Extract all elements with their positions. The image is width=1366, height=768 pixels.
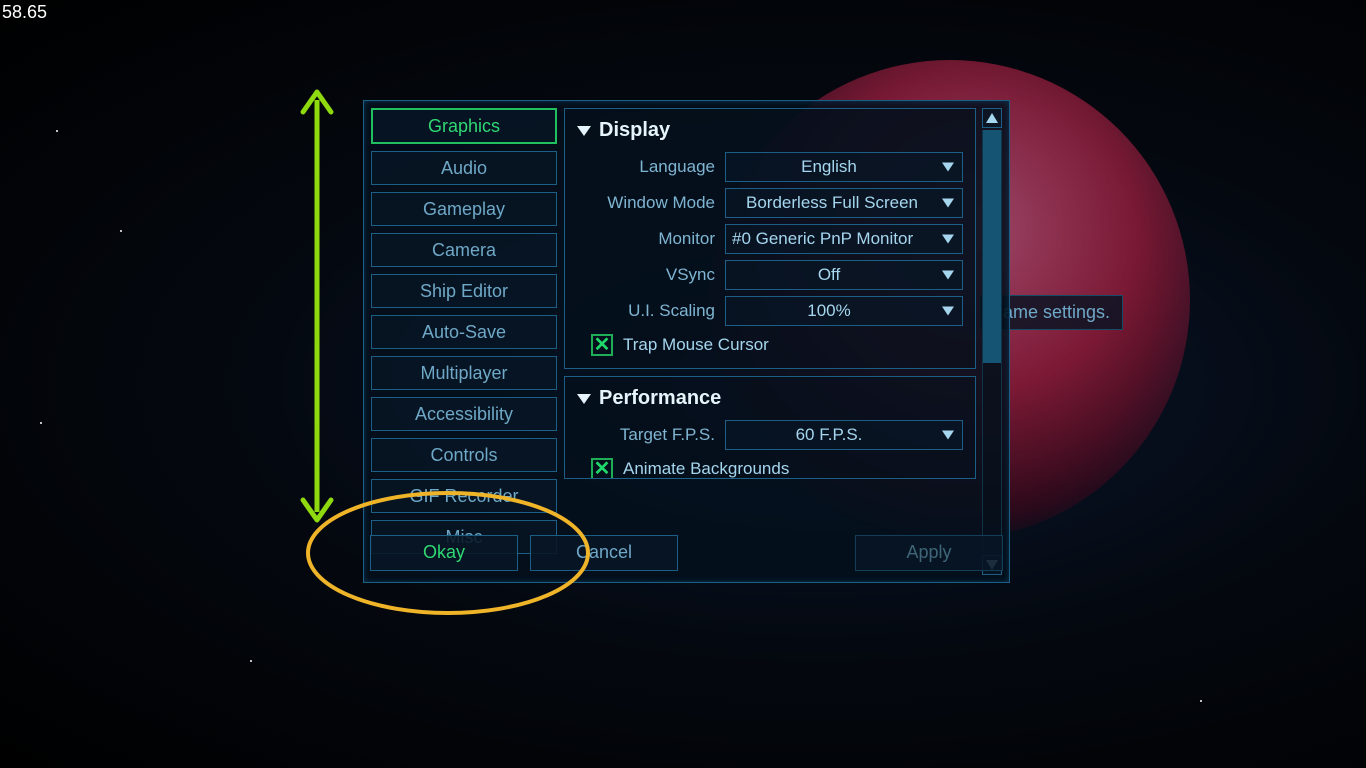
triangle-up-icon: [986, 113, 998, 123]
row-language: Language English: [577, 152, 963, 182]
tab-ship-editor[interactable]: Ship Editor: [371, 274, 557, 308]
label-vsync: VSync: [577, 265, 725, 285]
value-vsync: Off: [818, 265, 840, 285]
dialog-button-bar: Okay Cancel Apply: [370, 529, 1003, 576]
section-performance-header[interactable]: Performance: [577, 387, 963, 410]
section-display-title: Display: [599, 119, 670, 142]
label-monitor: Monitor: [577, 229, 725, 249]
tab-audio[interactable]: Audio: [371, 151, 557, 185]
checkbox-animate-bg[interactable]: ✕: [591, 458, 613, 479]
select-language[interactable]: English: [725, 152, 963, 182]
tab-gameplay[interactable]: Gameplay: [371, 192, 557, 226]
select-vsync[interactable]: Off: [725, 260, 963, 290]
select-window-mode[interactable]: Borderless Full Screen: [725, 188, 963, 218]
apply-button[interactable]: Apply: [855, 535, 1003, 571]
okay-button[interactable]: Okay: [370, 535, 518, 571]
scroll-up-button[interactable]: [982, 108, 1002, 128]
settings-content-wrap: Display Language English Window Mode Bor…: [564, 108, 1002, 575]
cancel-button[interactable]: Cancel: [530, 535, 678, 571]
label-window-mode: Window Mode: [577, 193, 725, 213]
section-performance: Performance Target F.P.S. 60 F.P.S. ✕ An…: [564, 376, 976, 479]
scroll-track[interactable]: [982, 130, 1002, 553]
triangle-down-icon: [942, 271, 954, 280]
tab-multiplayer[interactable]: Multiplayer: [371, 356, 557, 390]
tab-graphics[interactable]: Graphics: [371, 108, 557, 144]
star: [1200, 700, 1202, 702]
label-ui-scaling: U.I. Scaling: [577, 301, 725, 321]
row-window-mode: Window Mode Borderless Full Screen: [577, 188, 963, 218]
settings-sidebar: Graphics Audio Gameplay Camera Ship Edit…: [371, 108, 557, 575]
select-target-fps[interactable]: 60 F.P.S.: [725, 420, 963, 450]
row-monitor: Monitor #0 Generic PnP Monitor: [577, 224, 963, 254]
settings-panel: Graphics Audio Gameplay Camera Ship Edit…: [363, 100, 1010, 583]
value-target-fps: 60 F.P.S.: [796, 425, 863, 445]
tab-accessibility[interactable]: Accessibility: [371, 397, 557, 431]
triangle-down-icon: [942, 307, 954, 316]
row-animate-bg: ✕ Animate Backgrounds: [577, 458, 963, 479]
triangle-down-icon: [577, 126, 591, 136]
star: [40, 422, 42, 424]
value-window-mode: Borderless Full Screen: [746, 193, 918, 213]
triangle-down-icon: [942, 199, 954, 208]
section-display: Display Language English Window Mode Bor…: [564, 108, 976, 369]
star: [250, 660, 252, 662]
scroll-thumb[interactable]: [983, 130, 1001, 363]
annotation-arrow: [297, 86, 337, 526]
tab-gif-recorder[interactable]: GIF Recorder: [371, 479, 557, 513]
section-performance-title: Performance: [599, 387, 721, 410]
triangle-down-icon: [577, 394, 591, 404]
value-monitor: #0 Generic PnP Monitor: [732, 229, 913, 249]
value-language: English: [801, 157, 857, 177]
select-monitor[interactable]: #0 Generic PnP Monitor: [725, 224, 963, 254]
fps-counter: 58.65: [2, 2, 47, 23]
star: [56, 130, 58, 132]
tab-controls[interactable]: Controls: [371, 438, 557, 472]
row-trap-mouse: ✕ Trap Mouse Cursor: [577, 334, 963, 356]
row-ui-scaling: U.I. Scaling 100%: [577, 296, 963, 326]
select-ui-scaling[interactable]: 100%: [725, 296, 963, 326]
triangle-down-icon: [942, 235, 954, 244]
row-vsync: VSync Off: [577, 260, 963, 290]
settings-content: Display Language English Window Mode Bor…: [564, 108, 976, 575]
value-ui-scaling: 100%: [807, 301, 850, 321]
label-animate-bg: Animate Backgrounds: [623, 459, 789, 479]
tab-auto-save[interactable]: Auto-Save: [371, 315, 557, 349]
star: [120, 230, 122, 232]
label-target-fps: Target F.P.S.: [577, 425, 725, 445]
label-trap-mouse: Trap Mouse Cursor: [623, 335, 769, 355]
tab-camera[interactable]: Camera: [371, 233, 557, 267]
content-scrollbar[interactable]: [982, 108, 1002, 575]
label-language: Language: [577, 157, 725, 177]
section-display-header[interactable]: Display: [577, 119, 963, 142]
triangle-down-icon: [942, 163, 954, 172]
checkbox-trap-mouse[interactable]: ✕: [591, 334, 613, 356]
row-target-fps: Target F.P.S. 60 F.P.S.: [577, 420, 963, 450]
triangle-down-icon: [942, 431, 954, 440]
